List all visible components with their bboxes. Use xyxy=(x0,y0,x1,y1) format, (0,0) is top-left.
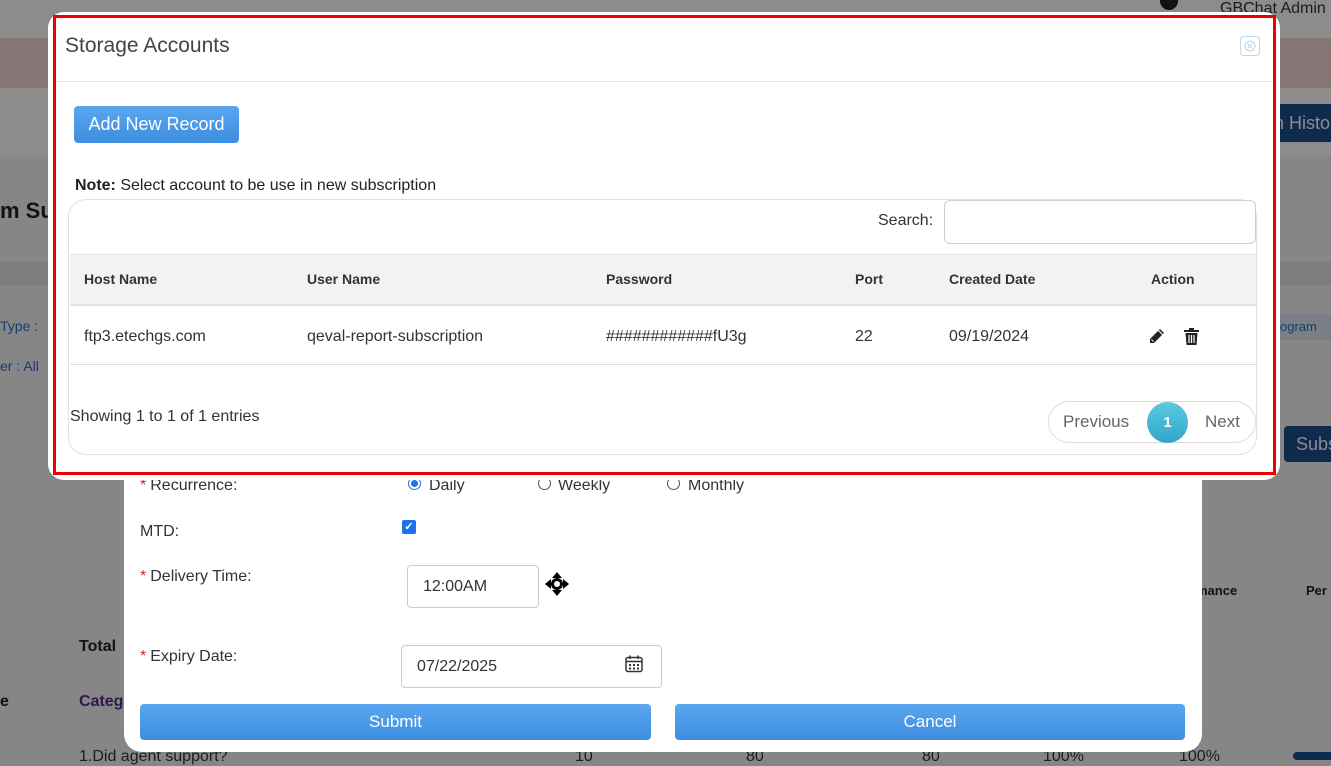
search-label: Search: xyxy=(878,212,934,229)
note-body: Select account to be use in new subscrip… xyxy=(120,177,437,194)
next-page-button[interactable]: Next xyxy=(1205,412,1240,432)
note-bold: Note: xyxy=(75,177,116,194)
modal-title: Storage Accounts xyxy=(65,34,230,57)
search-input[interactable] xyxy=(944,200,1256,244)
page-1-button[interactable]: 1 xyxy=(1147,402,1188,443)
expiry-date-label-text: Expiry Date: xyxy=(150,648,238,665)
cell-password: ############fU3g xyxy=(606,328,747,345)
modal-header xyxy=(56,20,1272,82)
previous-page-button[interactable]: Previous xyxy=(1063,412,1129,432)
add-new-record-button[interactable]: Add New Record xyxy=(74,106,239,143)
cell-host-name: ftp3.etechgs.com xyxy=(84,328,206,345)
column-header-created-date[interactable]: Created Date xyxy=(949,271,1035,287)
submit-button[interactable]: Submit xyxy=(140,704,651,740)
calendar-icon[interactable] xyxy=(624,654,644,674)
expiry-date-label: * Expiry Date: xyxy=(140,648,238,665)
column-header-action: Action xyxy=(1151,271,1195,287)
column-header-port[interactable]: Port xyxy=(855,271,883,287)
column-header-user-name[interactable]: User Name xyxy=(307,271,380,287)
move-icon[interactable] xyxy=(544,571,570,597)
close-icon[interactable] xyxy=(1240,36,1260,56)
note-text: Note: Select account to be use in new su… xyxy=(75,177,436,195)
delivery-time-label-text: Delivery Time: xyxy=(150,568,252,585)
cell-port: 22 xyxy=(855,328,873,345)
table-info: Showing 1 to 1 of 1 entries xyxy=(70,408,260,425)
edit-pencil-icon[interactable] xyxy=(1147,327,1166,346)
column-header-password[interactable]: Password xyxy=(606,271,672,287)
mtd-label: MTD: xyxy=(140,523,180,540)
cancel-button[interactable]: Cancel xyxy=(675,704,1185,740)
expiry-date-input[interactable]: 07/22/2025 xyxy=(401,645,662,688)
cell-created-date: 09/19/2024 xyxy=(949,328,1030,345)
column-header-host-name[interactable]: Host Name xyxy=(84,271,157,287)
mtd-checkbox[interactable]: ✓ xyxy=(402,520,416,534)
delivery-time-input[interactable]: 12:00AM xyxy=(407,565,539,608)
cell-user-name: qeval-report-subscription xyxy=(307,328,484,345)
delete-trash-icon[interactable] xyxy=(1183,327,1200,346)
delivery-time-label: * Delivery Time: xyxy=(140,568,252,585)
